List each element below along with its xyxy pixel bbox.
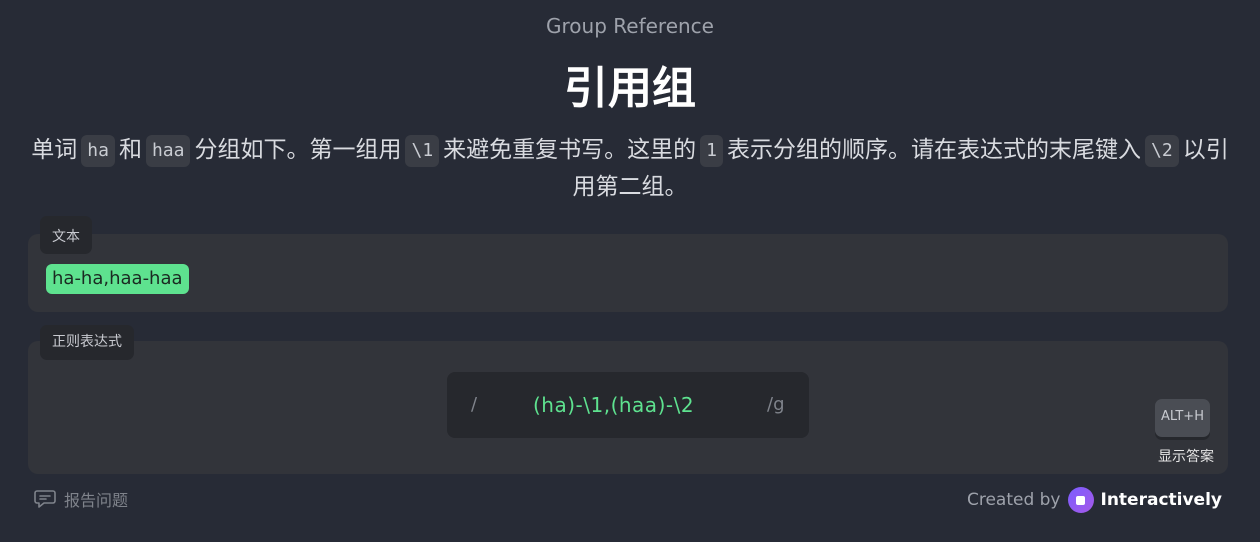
brand-name: Interactively — [1100, 490, 1223, 510]
instruction-text: 来避免重复书写。这里的 — [443, 137, 697, 163]
regex-pattern[interactable]: (ha)-\1,(haa)-\2 — [533, 372, 694, 438]
report-issue-link[interactable]: 报告问题 — [34, 486, 128, 512]
created-by-label: Created by — [966, 490, 1061, 510]
regex-open-delimiter: / — [471, 394, 478, 415]
match-highlight: ha-ha,haa-haa — [46, 264, 189, 294]
report-issue-label: 报告问题 — [64, 491, 129, 510]
text-panel-label: 文本 — [40, 216, 92, 254]
regex-input[interactable]: / (ha)-\1,(haa)-\2 /g — [447, 372, 809, 438]
code-snippet: ha — [81, 135, 115, 167]
regex-panel-label: 正则表达式 — [40, 325, 134, 360]
code-snippet: \1 — [405, 135, 440, 167]
instruction-text: 单词 — [31, 137, 78, 163]
code-snippet: haa — [145, 135, 191, 167]
comment-icon — [34, 490, 56, 508]
show-answer-label[interactable]: 显示答案 — [1148, 446, 1224, 466]
instruction-text: 表示分组的顺序。请在表达式的末尾键入 — [727, 137, 1142, 163]
text-panel — [28, 234, 1228, 312]
interactively-logo-icon — [1067, 487, 1094, 513]
page-title: 引用组 — [564, 63, 696, 114]
instruction-text: 和 — [118, 137, 142, 163]
regex-flags: /g — [767, 394, 785, 415]
page-subtitle: Group Reference — [546, 14, 714, 38]
credit[interactable]: Created by Interactively — [967, 486, 1222, 514]
code-snippet: \2 — [1145, 135, 1179, 167]
code-snippet: 1 — [700, 135, 724, 167]
instructions: 单词 ha 和 haa 分组如下。第一组用 \1 来避免重复书写。这里的 1 表示分组的顺序。请… — [30, 132, 1230, 206]
instruction-text: 分组如下。第一组用 — [194, 137, 402, 163]
show-answer-shortcut-button[interactable]: ALT+H — [1155, 399, 1210, 437]
